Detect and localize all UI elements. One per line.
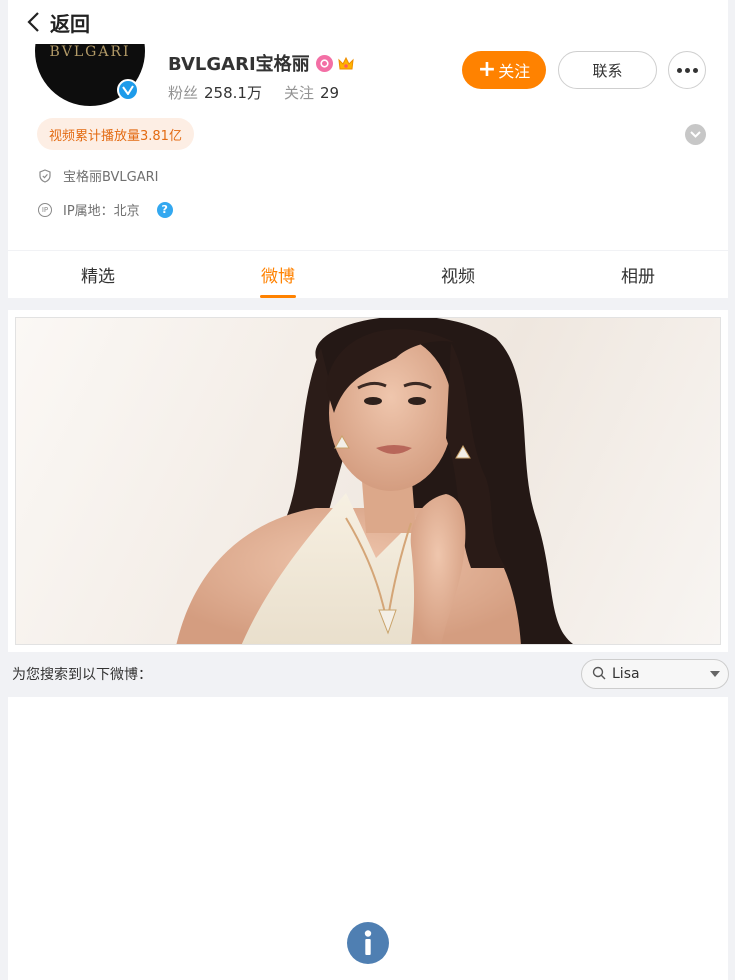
caret-down-icon[interactable] (710, 671, 720, 677)
tab-weibo[interactable]: 微博 (188, 251, 368, 298)
tab-album[interactable]: 相册 (548, 251, 728, 298)
search-keyword: Lisa (612, 666, 640, 682)
search-result-header: 为您搜索到以下微博： Lisa (0, 652, 735, 696)
top-nav-bar: 返回 (8, 0, 728, 44)
avatar-logo-text: BVLGARI (49, 44, 131, 60)
ip-icon: IP (38, 202, 52, 217)
name-row: BVLGARI宝格丽 (168, 50, 355, 76)
plus-icon: + (477, 57, 497, 82)
crown-icon[interactable] (337, 55, 355, 72)
chevron-left-icon[interactable] (26, 11, 42, 33)
keyword-search-select[interactable]: Lisa (581, 659, 729, 689)
back-button[interactable]: 返回 (50, 8, 90, 37)
banner-image[interactable] (15, 317, 721, 645)
tab-featured[interactable]: 精选 (8, 251, 188, 298)
fan-badge-icon[interactable] (315, 54, 333, 72)
ip-location: IP属地：北京 (63, 204, 140, 219)
banner-card (8, 310, 728, 652)
stats-row: 粉丝 258.1万 关注 29 (168, 82, 361, 103)
verify-info: 宝格丽BVLGARI (38, 166, 159, 185)
fans-count[interactable]: 258.1万 (204, 82, 262, 103)
contact-button[interactable]: 联系 (558, 51, 657, 89)
profile-card: 返回 BVLGARI BVLGARI宝格丽 粉丝 258.1万 关注 29 + … (8, 0, 728, 250)
verified-icon (117, 79, 139, 101)
help-icon[interactable]: ? (156, 201, 173, 218)
result-text: 为您搜索到以下微博： (12, 667, 152, 683)
search-result-body (8, 697, 728, 980)
following-count[interactable]: 29 (320, 84, 339, 102)
profile-tabs: 精选 微博 视频 相册 (8, 251, 728, 298)
avatar-wrap: BVLGARI (35, 44, 145, 106)
chevron-down-icon[interactable] (685, 124, 706, 145)
search-icon (592, 665, 606, 684)
info-icon (347, 922, 389, 964)
following-label: 关注 (283, 84, 314, 102)
more-icon[interactable] (668, 51, 706, 89)
follow-button[interactable]: + 关注 (462, 51, 546, 89)
tab-video[interactable]: 视频 (368, 251, 548, 298)
ip-info: IP IP属地：北京 ? (38, 200, 173, 219)
shield-icon (38, 168, 52, 183)
verify-text: 宝格丽BVLGARI (63, 170, 159, 185)
follow-label: 关注 (498, 62, 531, 81)
user-name: BVLGARI宝格丽 (168, 54, 310, 75)
play-count-pill: 视频累计播放量3.81亿 (37, 118, 194, 150)
fans-label: 粉丝 (168, 84, 199, 102)
